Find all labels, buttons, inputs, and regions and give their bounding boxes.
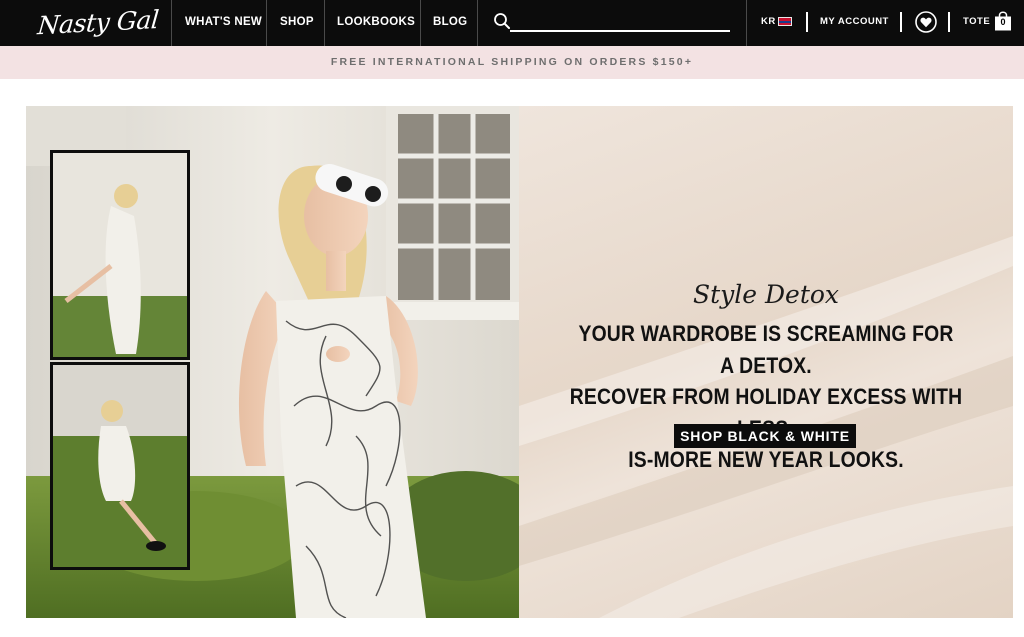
flag-icon[interactable] bbox=[778, 17, 792, 26]
nav-divider bbox=[266, 0, 267, 46]
tote-count: 0 bbox=[1000, 17, 1006, 27]
headline-line: IS-MORE NEW YEAR LOOKS. bbox=[628, 447, 904, 472]
top-navigation: Nasty Gal WHAT'S NEW SHOP LOOKBOOKS BLOG… bbox=[0, 0, 1024, 46]
brand-logo[interactable]: Nasty Gal bbox=[36, 0, 164, 46]
my-account-link[interactable]: MY ACCOUNT bbox=[820, 0, 889, 46]
shop-black-white-button[interactable]: SHOP BLACK & WHITE bbox=[674, 424, 856, 448]
hero-headline: YOUR WARDROBE IS SCREAMING FOR A DETOX. … bbox=[569, 318, 963, 476]
nav-shop[interactable]: SHOP bbox=[280, 0, 314, 46]
nav-lookbooks[interactable]: LOOKBOOKS bbox=[337, 0, 415, 46]
search-input[interactable] bbox=[510, 18, 730, 32]
nav-blog[interactable]: BLOG bbox=[433, 0, 467, 46]
search-icon[interactable] bbox=[493, 12, 511, 30]
nav-whats-new[interactable]: WHAT'S NEW bbox=[185, 0, 262, 46]
utility-divider bbox=[948, 12, 950, 32]
promo-text: FREE INTERNATIONAL SHIPPING ON ORDERS $1… bbox=[330, 56, 694, 68]
tote-link[interactable]: TOTE bbox=[963, 0, 990, 46]
utility-divider bbox=[806, 12, 808, 32]
nav-divider bbox=[420, 0, 421, 46]
utility-divider bbox=[900, 12, 902, 32]
headline-line: YOUR WARDROBE IS SCREAMING FOR A DETOX. bbox=[578, 321, 954, 378]
hero-banner[interactable]: Style Detox YOUR WARDROBE IS SCREAMING F… bbox=[26, 106, 1013, 618]
nav-divider bbox=[477, 0, 478, 46]
nav-divider bbox=[171, 0, 172, 46]
nav-divider bbox=[746, 0, 747, 46]
locale-selector[interactable]: KR bbox=[761, 0, 776, 46]
heart-icon[interactable] bbox=[915, 11, 937, 33]
promo-banner[interactable]: FREE INTERNATIONAL SHIPPING ON ORDERS $1… bbox=[0, 46, 1024, 79]
hero-photo[interactable] bbox=[26, 106, 519, 618]
nav-divider bbox=[324, 0, 325, 46]
hero-text-panel: Style Detox YOUR WARDROBE IS SCREAMING F… bbox=[519, 106, 1013, 618]
hero-kicker: Style Detox bbox=[692, 280, 840, 309]
shopping-bag-icon[interactable]: 0 bbox=[994, 11, 1012, 31]
